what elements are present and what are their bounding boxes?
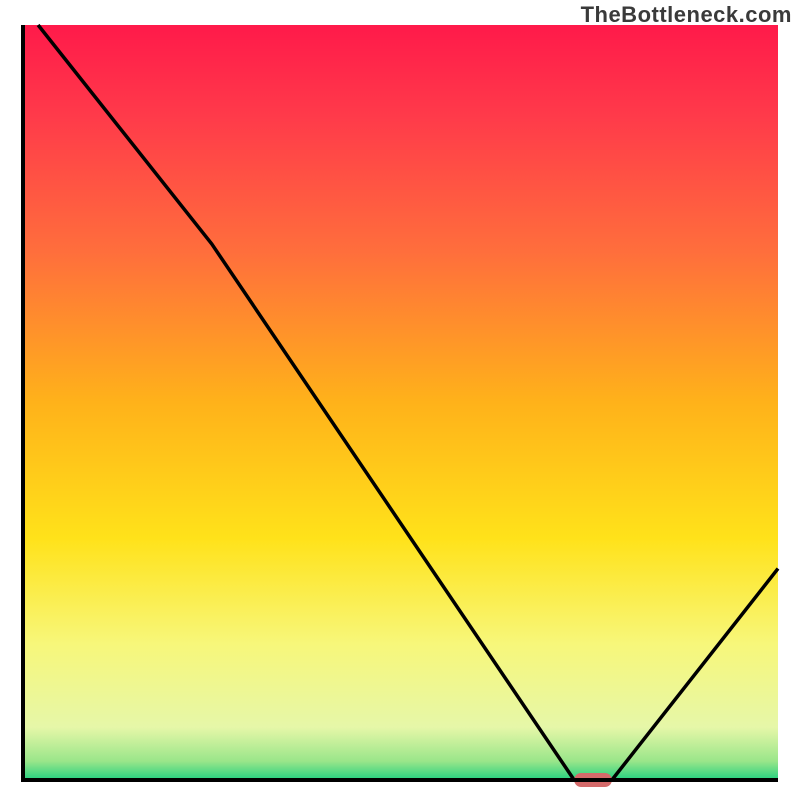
- watermark-text: TheBottleneck.com: [581, 2, 792, 28]
- gradient-background: [23, 25, 778, 780]
- chart-svg: [0, 0, 800, 800]
- bottleneck-chart: TheBottleneck.com: [0, 0, 800, 800]
